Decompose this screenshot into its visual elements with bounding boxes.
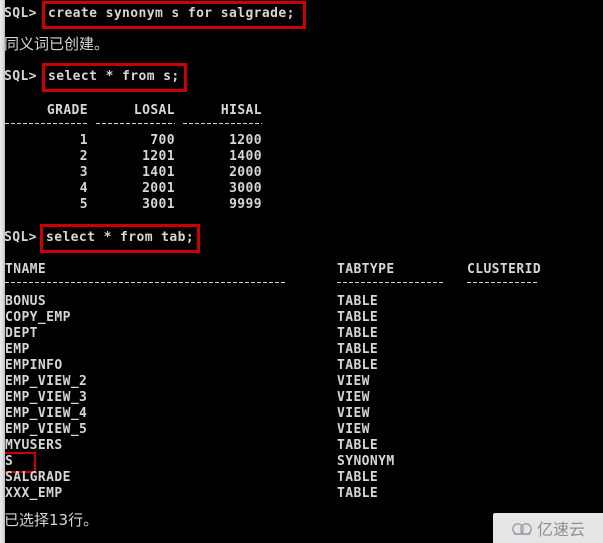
- tab-cell-tname: EMP: [5, 342, 30, 357]
- page-edge-strip: [0, 0, 5, 543]
- salgrade-cell: 1: [79, 133, 88, 148]
- tab-header-clusterid: CLUSTERID: [467, 262, 542, 277]
- tab-underline-clusterid: [467, 282, 537, 283]
- tab-cell-tabtype: VIEW: [337, 422, 370, 437]
- salgrade-cell: 2000: [229, 165, 262, 180]
- prompt-1: SQL>: [4, 6, 37, 21]
- tab-cell-tname: MYUSERS: [5, 438, 63, 453]
- statement-select-from-tab[interactable]: select * from tab;: [46, 230, 194, 246]
- salgrade-cell: 1401: [142, 165, 175, 180]
- tab-cell-tname: BONUS: [5, 294, 47, 309]
- salgrade-cell: 700: [150, 133, 175, 148]
- tab-cell-tname: EMP_VIEW_3: [5, 390, 88, 405]
- tab-underline-tabtype: [337, 282, 445, 283]
- salgrade-cell: 1400: [229, 149, 262, 164]
- tab-cell-tabtype: VIEW: [337, 374, 370, 389]
- tab-cell-tname: COPY_EMP: [5, 310, 71, 325]
- message-synonym-created: 同义词已创建。: [4, 35, 110, 53]
- salgrade-cell: 3: [79, 165, 88, 180]
- watermark: 亿速云: [493, 513, 603, 543]
- tab-cell-tname: EMP_VIEW_2: [5, 374, 88, 389]
- tab-cell-tabtype: TABLE: [337, 326, 379, 341]
- tab-cell-tabtype: TABLE: [337, 358, 379, 373]
- tab-cell-tname: XXX_EMP: [5, 486, 63, 501]
- salgrade-cell: 5: [79, 197, 88, 212]
- salgrade-header-hisal: HISAL: [220, 103, 262, 118]
- salgrade-header-losal: LOSAL: [133, 103, 175, 118]
- tab-underline-tname: [5, 282, 285, 283]
- tab-cell-tabtype: TABLE: [337, 486, 379, 501]
- salgrade-cell: 3000: [229, 181, 262, 196]
- statement-select-from-s[interactable]: select * from s;: [48, 69, 180, 85]
- tab-header-tabtype: TABTYPE: [337, 262, 395, 277]
- salgrade-cell: 4: [79, 181, 88, 196]
- salgrade-cell: 3001: [142, 197, 175, 212]
- tab-cell-tname-synonym: S: [5, 454, 14, 469]
- salgrade-underline-hisal: [183, 123, 262, 124]
- tab-cell-tabtype: TABLE: [337, 470, 379, 485]
- salgrade-cell: 1200: [229, 133, 262, 148]
- cloud-icon: [511, 521, 533, 536]
- tab-cell-tname: EMP_VIEW_4: [5, 406, 88, 421]
- tab-cell-tname: EMP_VIEW_5: [5, 422, 88, 437]
- prompt-2: SQL>: [4, 69, 37, 84]
- tab-cell-tname: DEPT: [5, 326, 38, 341]
- tab-cell-tabtype: TABLE: [337, 342, 379, 357]
- tab-cell-tabtype: TABLE: [337, 310, 379, 325]
- salgrade-cell: 9999: [229, 197, 262, 212]
- statement-create-synonym[interactable]: create synonym s for salgrade;: [48, 6, 295, 22]
- salgrade-underline-losal: [96, 123, 175, 124]
- tab-cell-tabtype: TABLE: [337, 438, 379, 453]
- salgrade-cell: 1201: [142, 149, 175, 164]
- tab-cell-tname: SALGRADE: [5, 470, 71, 485]
- tab-cell-tname: EMPINFO: [5, 358, 63, 373]
- salgrade-cell: 2: [79, 149, 88, 164]
- salgrade-cell: 2001: [142, 181, 175, 196]
- terminal-console: SQL> create synonym s for salgrade; 同义词已…: [0, 0, 603, 543]
- salgrade-header-grade: GRADE: [46, 103, 88, 118]
- prompt-3: SQL>: [4, 230, 37, 245]
- tab-header-tname: TNAME: [5, 262, 47, 277]
- tab-cell-tabtype: VIEW: [337, 406, 370, 421]
- salgrade-underline-grade: [5, 123, 88, 124]
- tab-cell-tabtype-synonym: SYNONYM: [337, 454, 395, 469]
- tab-cell-tabtype: VIEW: [337, 390, 370, 405]
- watermark-text: 亿速云: [536, 520, 585, 539]
- tab-cell-tabtype: TABLE: [337, 294, 379, 309]
- message-rows-selected: 已选择13行。: [4, 511, 99, 529]
